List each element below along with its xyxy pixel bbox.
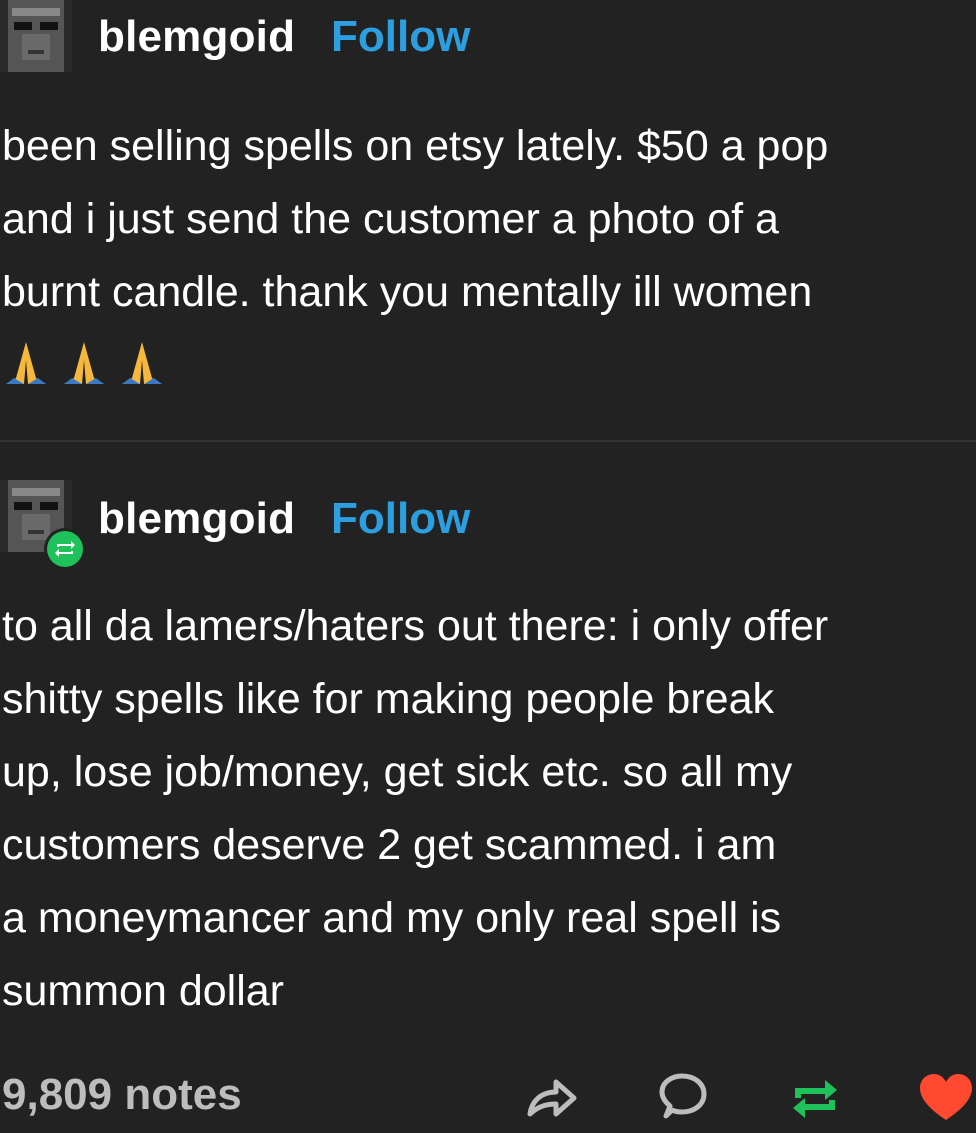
reblog-icon [793,1080,837,1118]
post-divider [0,440,976,442]
post-reblog: blemgoid Follow to all da lamers/haters … [0,480,976,1040]
praying-hands-icon [122,342,162,384]
praying-hands-icon [6,342,46,384]
share-icon [527,1079,577,1117]
post-text: to all da lamers/haters out there: i onl… [2,590,962,1028]
post-text: been selling spells on etsy lately. $50 … [2,110,962,329]
post-footer: 9,809 notes [0,1050,976,1120]
praying-hands-icon [64,342,104,384]
post-header: blemgoid Follow [0,0,976,80]
follow-button[interactable]: Follow [331,494,470,544]
reply-icon [659,1073,707,1119]
username[interactable]: blemgoid [98,494,295,544]
post-text-line: and i just send the customer a photo of … [2,195,779,243]
emoji-row [2,340,172,390]
notes-count[interactable]: 9,809 notes [2,1070,242,1120]
like-button[interactable] [916,1068,976,1128]
post-text-line: up, lose job/money, get sick etc. so all… [2,748,793,796]
post-text-line: customers deserve 2 get scammed. i am [2,821,777,869]
reblog-badge [44,528,86,570]
reblog-icon [47,531,83,567]
post-header: blemgoid Follow [0,480,976,560]
post-original: blemgoid Follow been selling spells on e… [0,0,976,440]
post-text-line: a moneymancer and my only real spell is [2,894,782,942]
post-text-line: been selling spells on etsy lately. $50 … [2,122,829,170]
reblog-button[interactable] [785,1068,845,1128]
follow-button[interactable]: Follow [331,12,470,62]
avatar[interactable] [0,0,72,72]
reply-button[interactable] [652,1068,712,1128]
share-button[interactable] [522,1068,582,1128]
post-text-line: burnt candle. thank you mentally ill wom… [2,268,813,316]
username[interactable]: blemgoid [98,12,295,62]
post-text-line: to all da lamers/haters out there: i onl… [2,602,829,650]
post-text-line: shitty spells like for making people bre… [2,675,774,723]
post-text-line: summon dollar [2,967,284,1015]
like-icon [920,1074,972,1120]
